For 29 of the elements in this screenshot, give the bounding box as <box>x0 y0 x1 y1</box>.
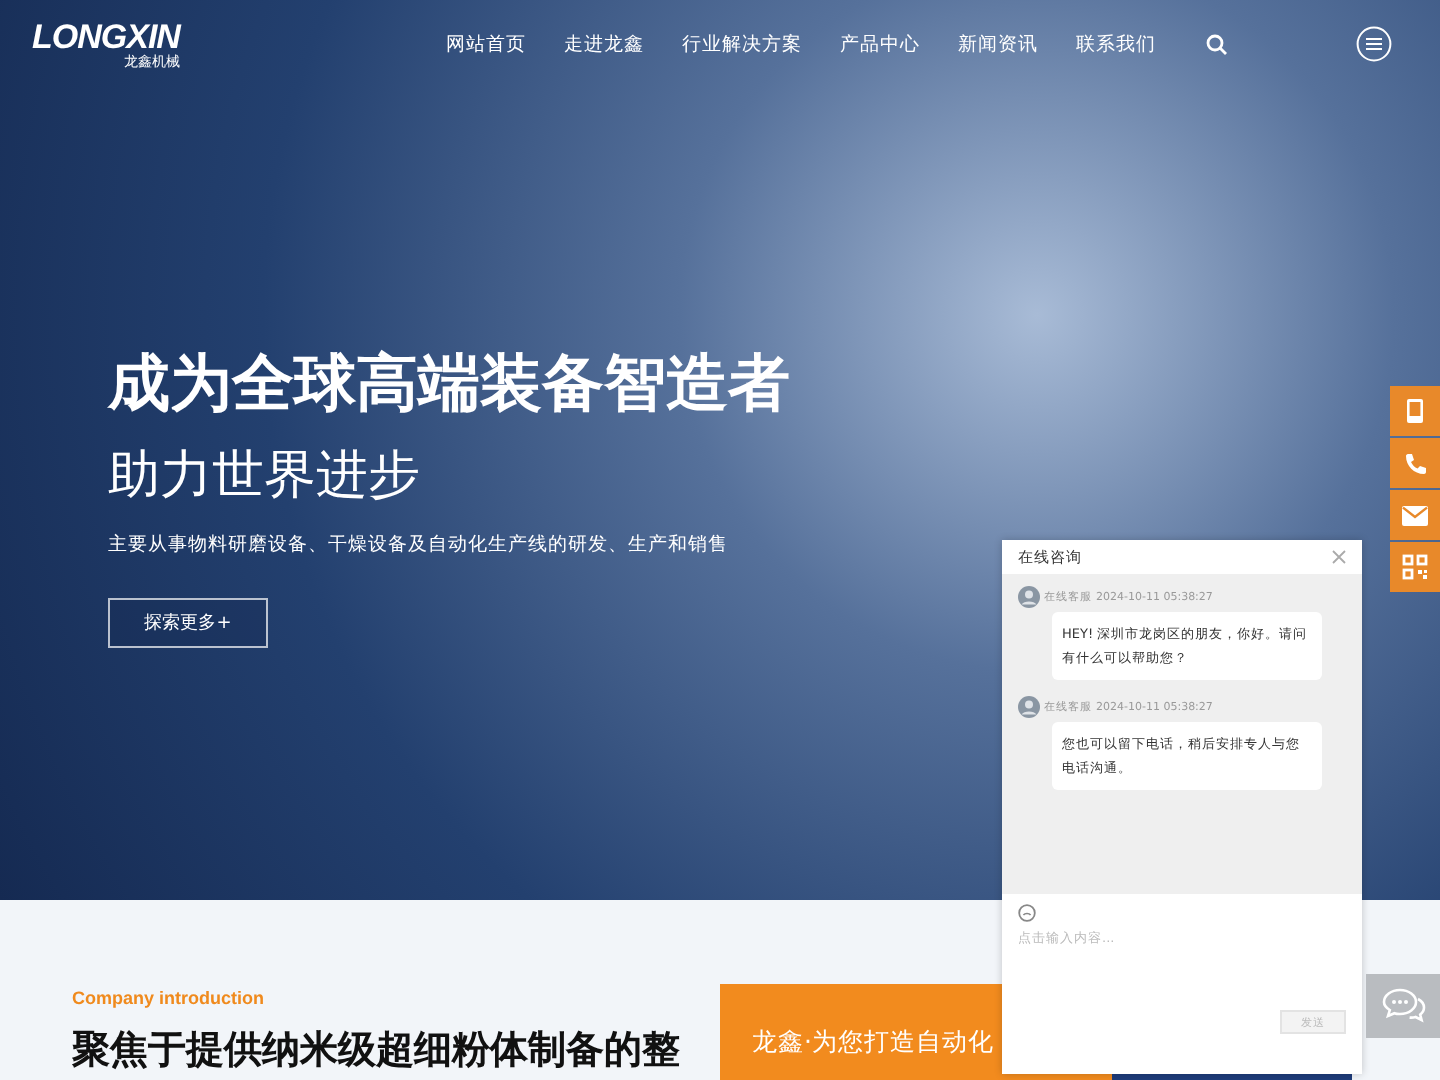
nav-link[interactable]: 网站首页 <box>446 31 526 57</box>
hero-subtitle: 助力世界进步 <box>108 444 420 510</box>
nav-link[interactable]: 产品中心 <box>840 31 920 57</box>
close-icon[interactable] <box>1332 550 1346 564</box>
phone-button[interactable] <box>1390 438 1440 488</box>
chat-bubbles-icon <box>1381 988 1425 1024</box>
chat-button[interactable] <box>1366 974 1440 1038</box>
mobile-button[interactable] <box>1390 386 1440 436</box>
nav-link[interactable]: 联系我们 <box>1076 31 1156 57</box>
nav-link[interactable]: 行业解决方案 <box>682 31 802 57</box>
hero-description: 主要从事物料研磨设备、干燥设备及自动化生产线的研发、生产和销售 <box>108 532 728 558</box>
mail-icon <box>1402 505 1428 525</box>
avatar-icon <box>1018 586 1040 608</box>
menu-icon[interactable] <box>1356 26 1392 62</box>
nav-link[interactable]: 走进龙鑫 <box>564 31 644 57</box>
nav-link[interactable]: 新闻资讯 <box>958 31 1038 57</box>
explore-button[interactable]: 探索更多+ <box>108 598 268 648</box>
mail-button[interactable] <box>1390 490 1440 540</box>
emoji-icon[interactable] <box>1018 904 1036 922</box>
hero-title: 成为全球高端装备智造者 <box>108 346 790 424</box>
avatar-icon <box>1018 696 1040 718</box>
phone-icon <box>1403 451 1427 475</box>
promo-text: 龙鑫·为您打造自动化 <box>752 1026 994 1056</box>
mobile-icon <box>1406 398 1424 424</box>
qr-code-button[interactable] <box>1390 542 1440 592</box>
section-heading: 聚焦于提供纳米级超细粉体制备的整 <box>72 1026 682 1076</box>
search-icon[interactable] <box>1206 33 1228 55</box>
qr-code-icon <box>1402 554 1428 580</box>
section-eyebrow: Company introduction <box>72 988 266 1008</box>
